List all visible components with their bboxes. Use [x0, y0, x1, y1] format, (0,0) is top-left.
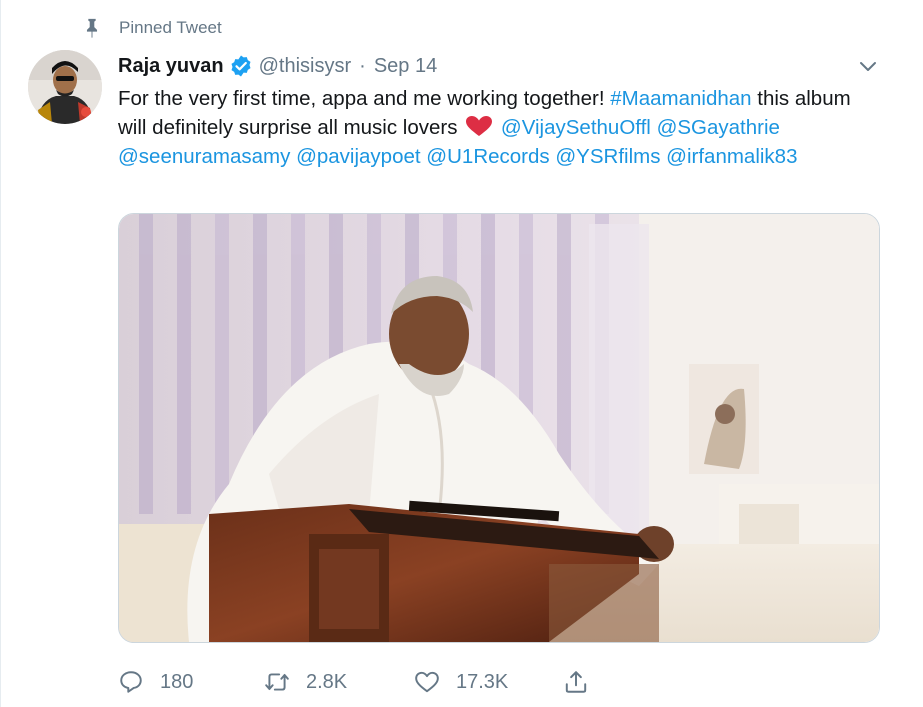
reply-icon — [120, 671, 142, 693]
retweet-button[interactable]: 2.8K — [264, 664, 347, 700]
tweet-date[interactable]: Sep 14 — [374, 55, 437, 78]
hashtag-link[interactable]: #Maamanidhan — [610, 87, 751, 110]
like-count: 17.3K — [456, 670, 509, 693]
tweet-actions: 180 2.8K 17.3K — [118, 664, 618, 700]
mention-link[interactable]: @VijaySethuOffl — [501, 116, 651, 139]
tweet-text-part1: For the very first time, appa and me wor… — [118, 87, 611, 110]
mention-link[interactable]: @pavijaypoet — [296, 145, 421, 168]
tweet-text: For the very first time, appa and me wor… — [118, 84, 878, 171]
reply-count: 180 — [160, 670, 194, 693]
like-icon — [415, 671, 439, 693]
mention-link[interactable]: @SGayathrie — [657, 116, 780, 139]
tweet-header: Raja yuvan @thisisysr · Sep 14 — [118, 52, 883, 80]
pinned-label: Pinned Tweet — [119, 18, 222, 37]
pin-icon — [81, 17, 103, 39]
tweet-photo[interactable] — [118, 213, 880, 643]
verified-badge-icon — [229, 54, 253, 78]
reply-button[interactable]: 180 — [118, 664, 193, 700]
like-button[interactable]: 17.3K — [414, 664, 508, 700]
author-handle[interactable]: @thisisysr — [259, 55, 352, 78]
mention-link[interactable]: @YSRfilms — [555, 145, 660, 168]
mention-link[interactable]: @U1Records — [426, 145, 549, 168]
pinned-indicator: Pinned Tweet — [81, 16, 222, 40]
red-heart-icon — [465, 115, 493, 137]
author-display-name[interactable]: Raja yuvan — [118, 55, 224, 78]
tweet-card[interactable]: Pinned Tweet Raja yuvan @thisisysr · Sep… — [0, 0, 923, 707]
share-button[interactable] — [563, 664, 605, 700]
mention-link[interactable]: @irfanmalik83 — [666, 145, 797, 168]
chevron-down-icon[interactable] — [857, 56, 879, 76]
avatar[interactable] — [28, 50, 102, 124]
header-separator: · — [359, 54, 366, 77]
mention-link[interactable]: @seenuramasamy — [118, 145, 290, 168]
retweet-count: 2.8K — [306, 670, 348, 693]
share-icon — [565, 671, 587, 693]
retweet-icon — [265, 673, 289, 691]
